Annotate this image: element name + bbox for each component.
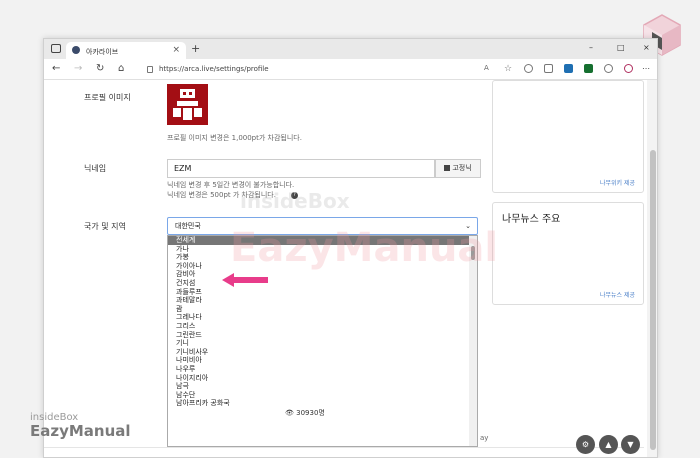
green-extension-icon[interactable] bbox=[584, 64, 593, 73]
region-option[interactable]: 나이지리아 bbox=[168, 374, 477, 383]
fixed-nickname-toggle[interactable]: 고정닉 bbox=[435, 159, 481, 178]
minimize-button[interactable]: – bbox=[589, 43, 593, 52]
title-bar: 아카라이브 × + – □ × bbox=[44, 39, 657, 59]
nickname-label: 닉네임 bbox=[84, 164, 107, 173]
page-footer bbox=[44, 447, 644, 457]
namunews-title: 나무뉴스 주요 bbox=[502, 214, 561, 225]
region-option[interactable]: 건지섬 bbox=[168, 279, 477, 288]
view-count-value: 30930명 bbox=[296, 409, 325, 417]
url-field[interactable]: https://arca.live/settings/profile bbox=[147, 62, 467, 77]
region-label: 국가 및 지역 bbox=[84, 222, 126, 231]
region-option[interactable]: 과테말라 bbox=[168, 296, 477, 305]
back-icon[interactable]: ← bbox=[52, 63, 60, 74]
region-option[interactable]: 과들루프 bbox=[168, 288, 477, 297]
watermark-eazymanual-corner: EazyManual bbox=[30, 422, 131, 440]
site-favicon-icon bbox=[72, 46, 80, 54]
home-icon[interactable]: ⌂ bbox=[118, 63, 124, 74]
forward-icon[interactable]: → bbox=[74, 63, 82, 74]
region-option[interactable]: 남수단 bbox=[168, 391, 477, 400]
region-option[interactable]: 괌 bbox=[168, 305, 477, 314]
region-selected-value: 대한민국 bbox=[175, 222, 201, 230]
region-option[interactable]: 그레나다 bbox=[168, 313, 477, 322]
more-menu-icon[interactable]: ⋯ bbox=[642, 64, 651, 73]
highlight-arrow-icon bbox=[222, 273, 268, 287]
region-option[interactable]: 기니 bbox=[168, 339, 477, 348]
region-option[interactable]: 남극 bbox=[168, 382, 477, 391]
settings-gear-icon[interactable] bbox=[604, 64, 613, 73]
region-option[interactable]: 그린란드 bbox=[168, 331, 477, 340]
profile-image-help: 프로필 이미지 변경은 1,000pt가 차감됩니다. bbox=[167, 134, 302, 142]
read-aloud-icon[interactable]: A bbox=[484, 64, 493, 73]
region-option[interactable]: 감비아 bbox=[168, 270, 477, 279]
cloud-icon[interactable] bbox=[524, 64, 533, 73]
extension-icon[interactable] bbox=[544, 64, 553, 73]
tab-close-button[interactable]: × bbox=[172, 45, 180, 55]
namunews-source-link[interactable]: 나무뉴스 제공 bbox=[600, 290, 635, 299]
profile-avatar-image[interactable] bbox=[167, 84, 208, 125]
profile-avatar-icon[interactable] bbox=[624, 64, 633, 73]
namuwiki-source-link[interactable]: 나무위키 제공 bbox=[600, 178, 635, 187]
tab-arca[interactable]: 아카라이브 × bbox=[66, 42, 186, 59]
view-counter: 👁 30930명 bbox=[285, 408, 325, 418]
scroll-down-icon[interactable]: ▼ bbox=[621, 435, 640, 454]
checkbox-icon bbox=[444, 165, 451, 171]
close-window-button[interactable]: × bbox=[643, 43, 650, 52]
eye-icon: 👁 bbox=[285, 409, 297, 417]
namunews-box: 나무뉴스 주요 나무뉴스 제공 bbox=[492, 202, 644, 305]
avatar-pixel-icon bbox=[173, 89, 202, 120]
tab-title: 아카라이브 bbox=[86, 48, 119, 56]
region-option[interactable]: 나미비아 bbox=[168, 356, 477, 365]
tab-actions-icon[interactable] bbox=[51, 44, 61, 53]
footer-tail-text: ay bbox=[480, 434, 489, 442]
region-option[interactable]: 그리스 bbox=[168, 322, 477, 331]
refresh-icon[interactable]: ↻ bbox=[96, 63, 104, 74]
region-option[interactable]: 남아프리카 공화국 bbox=[168, 399, 477, 408]
address-bar: ← → ↻ ⌂ https://arca.live/settings/profi… bbox=[44, 59, 657, 80]
page-scroll-thumb[interactable] bbox=[650, 150, 656, 450]
page-scrollbar[interactable] bbox=[647, 80, 657, 457]
scroll-up-icon[interactable]: ▲ bbox=[599, 435, 618, 454]
lock-icon bbox=[147, 66, 153, 73]
nickname-input[interactable]: EZM bbox=[167, 159, 435, 178]
namuwiki-box: 나무위키 제공 bbox=[492, 80, 644, 193]
watermark-insidebox-center: insideBox bbox=[240, 189, 350, 213]
favorite-icon[interactable]: ☆ bbox=[504, 64, 513, 74]
watermark-eazymanual-center: EazyManual bbox=[230, 225, 499, 271]
maximize-button[interactable]: □ bbox=[617, 43, 625, 52]
bing-extension-icon[interactable] bbox=[564, 64, 573, 73]
region-option[interactable]: 나우루 bbox=[168, 365, 477, 374]
new-tab-button[interactable]: + bbox=[191, 42, 200, 55]
fixed-nickname-label: 고정닉 bbox=[452, 164, 472, 172]
region-option[interactable]: 기니비사우 bbox=[168, 348, 477, 357]
profile-image-label: 프로필 이미지 bbox=[84, 93, 131, 102]
settings-fab-icon[interactable]: ⚙ bbox=[576, 435, 595, 454]
url-text: https://arca.live/settings/profile bbox=[159, 65, 269, 73]
